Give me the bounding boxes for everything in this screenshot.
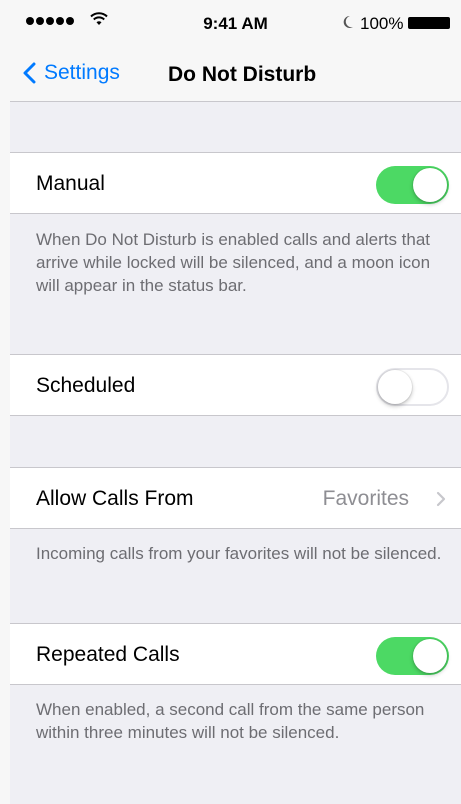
allow-calls-value: Favorites <box>322 487 409 510</box>
battery-percentage: 100% <box>360 14 404 33</box>
manual-toggle[interactable] <box>376 166 449 204</box>
manual-label: Manual <box>36 172 105 195</box>
page-title: Do Not Disturb <box>168 63 317 86</box>
repeated-calls-row: Repeated Calls <box>10 623 461 685</box>
manual-row: Manual <box>10 152 461 214</box>
navigation-bar: Settings Do Not Disturb <box>10 44 461 102</box>
battery-icon <box>408 17 450 29</box>
repeated-calls-footer: When enabled, a second call from the sam… <box>36 700 425 742</box>
status-bar: 9:41 AM 100% <box>10 0 461 44</box>
allow-calls-footer: Incoming calls from your favorites will … <box>36 544 442 563</box>
moon-icon <box>343 15 353 28</box>
scheduled-row: Scheduled <box>10 354 461 416</box>
repeated-calls-toggle[interactable] <box>376 637 449 675</box>
chevron-left-icon <box>23 62 36 84</box>
scheduled-toggle[interactable] <box>376 368 449 406</box>
repeated-calls-label: Repeated Calls <box>36 643 180 666</box>
toggle-knob <box>378 370 412 404</box>
chevron-right-icon <box>436 491 446 507</box>
toggle-knob <box>413 168 447 202</box>
phone-screen: 9:41 AM 100% Settings Do Not Disturb Man… <box>0 0 461 804</box>
scheduled-label: Scheduled <box>36 374 136 397</box>
back-button-label: Settings <box>44 61 120 84</box>
back-button[interactable]: Settings <box>22 56 120 90</box>
manual-footer: When Do Not Disturb is enabled calls and… <box>36 230 431 295</box>
toggle-knob <box>413 639 447 673</box>
allow-calls-label: Allow Calls From <box>36 487 194 510</box>
allow-calls-row[interactable]: Allow Calls From Favorites <box>10 467 461 529</box>
